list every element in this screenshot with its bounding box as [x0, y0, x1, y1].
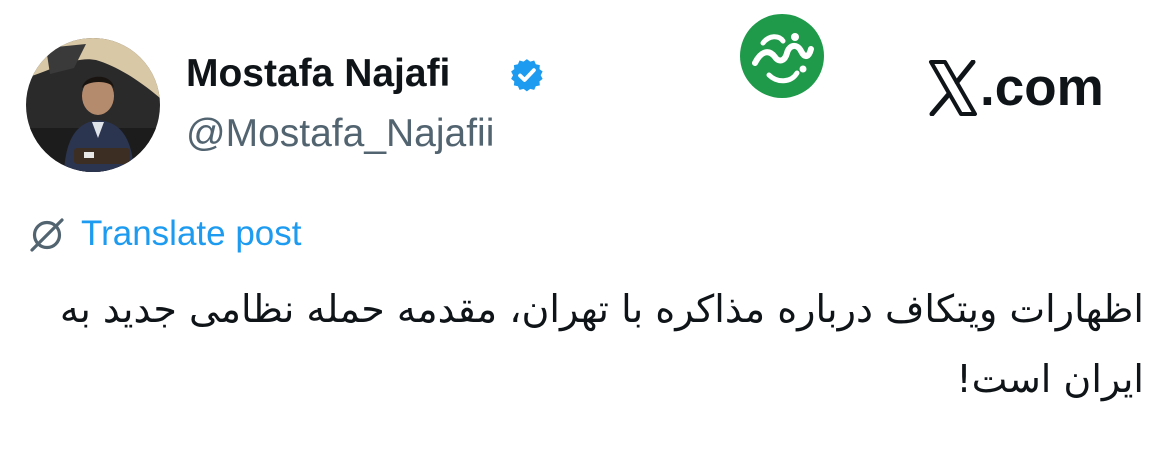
translate-post-label[interactable]: Translate post	[81, 212, 301, 256]
author-handle[interactable]: @Mostafa_Najafii	[186, 112, 494, 156]
site-label-text: .com	[980, 58, 1104, 117]
translate-post-button[interactable]: Translate post	[28, 212, 301, 256]
post-text: اظهارات ویتکاف درباره مذاکره با تهران، م…	[59, 287, 1144, 401]
author-display-name[interactable]: Mostafa Najafi	[186, 52, 450, 96]
site-label: .com	[928, 57, 1104, 119]
x-logo-icon	[929, 60, 977, 116]
verified-badge-icon	[511, 59, 543, 92]
avatar[interactable]	[26, 38, 160, 172]
brand-logo-icon	[740, 14, 824, 98]
profile-photo	[26, 38, 160, 172]
globe-slash-icon	[30, 218, 64, 252]
